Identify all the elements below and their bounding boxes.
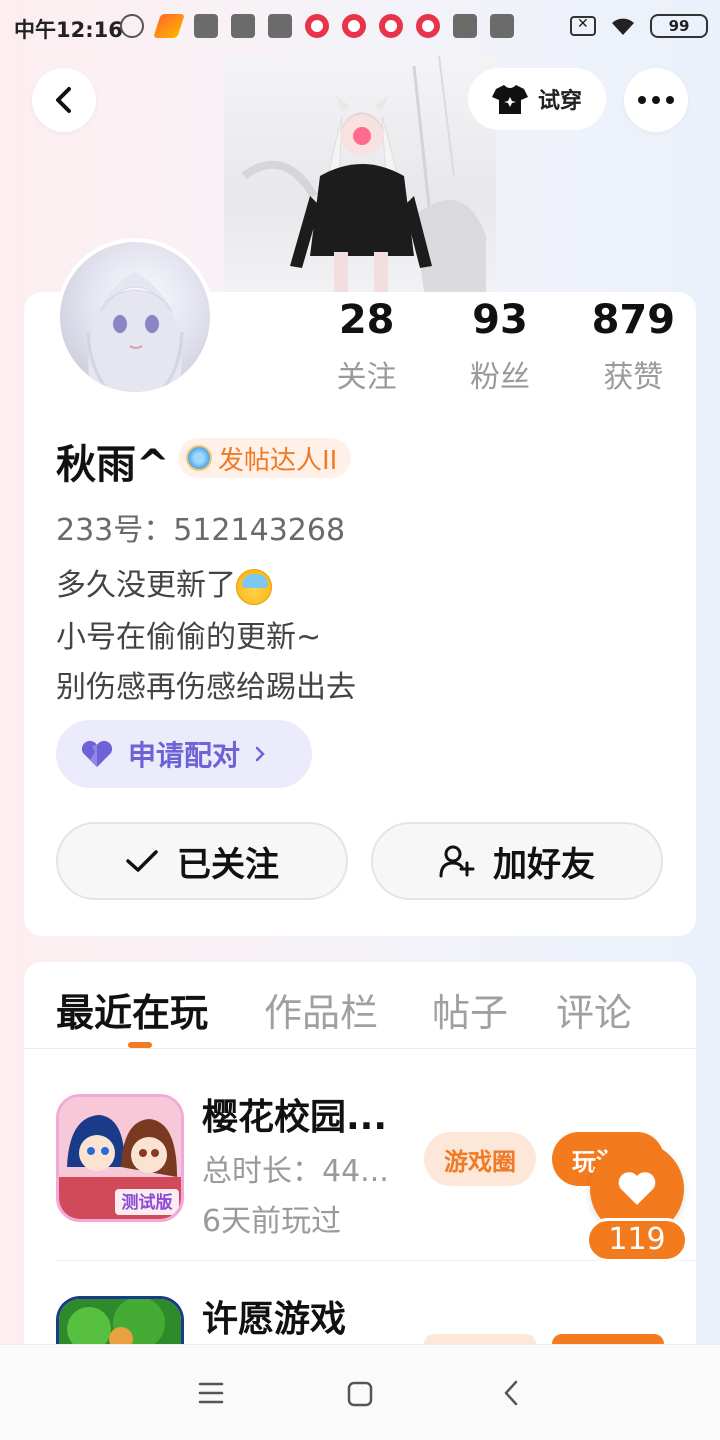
add-friend-button[interactable]: 加好友 — [371, 822, 663, 900]
app-notification-icon — [305, 14, 329, 38]
app-notification-icon — [416, 14, 440, 38]
play-game-button[interactable] — [552, 1334, 664, 1344]
app-notification-icon — [342, 14, 366, 38]
stat-value: 879 — [591, 297, 676, 343]
location-icon — [120, 14, 144, 38]
status-bar: 中午12:16 99 — [0, 0, 720, 56]
bio-line: 小号在偷偷的更新~ — [56, 620, 322, 655]
tab-works[interactable]: 作品栏 — [264, 982, 378, 1037]
followed-button[interactable]: 已关注 — [56, 822, 348, 900]
bio-text: 多久没更新了 — [56, 568, 236, 603]
stat-followers[interactable]: 93 粉丝 — [433, 296, 566, 396]
mi-notification-icon — [194, 14, 218, 38]
wifi-icon — [612, 18, 634, 35]
battery-indicator: 99 — [650, 14, 708, 38]
game-title: 许愿游戏 — [202, 1299, 347, 1340]
tab-recently-played[interactable]: 最近在玩 — [56, 982, 208, 1037]
game-icon-wish[interactable] — [56, 1296, 184, 1344]
divider — [24, 1048, 696, 1049]
notification-icons — [120, 14, 514, 38]
stat-value: 93 — [472, 297, 528, 343]
game-title: 樱花校园... — [202, 1097, 388, 1138]
chevron-left-icon — [56, 87, 71, 113]
bio-line: 多久没更新了 — [56, 560, 272, 605]
mi-notification-icon — [231, 14, 255, 38]
sim-icon — [570, 16, 596, 36]
tab-comments[interactable]: 评论 — [556, 982, 632, 1037]
game-circle-button[interactable] — [424, 1334, 536, 1344]
download-icon — [490, 14, 514, 38]
bio-line: 别伤感再伤感给踢出去 — [56, 670, 356, 705]
menu-icon[interactable] — [198, 1381, 224, 1405]
add-user-icon — [439, 845, 475, 878]
stat-following[interactable]: 28 关注 — [300, 296, 433, 396]
badge-icon — [186, 445, 212, 471]
mi-notification-icon — [268, 14, 292, 38]
add-friend-label: 加好友 — [493, 844, 595, 885]
game-last-played: 6天前玩过 — [202, 1204, 342, 1239]
download-icon — [453, 14, 477, 38]
back-nav-icon[interactable] — [502, 1379, 520, 1407]
avatar-3d-scene[interactable] — [224, 56, 496, 292]
try-on-label: 试穿 — [537, 89, 582, 114]
home-icon[interactable] — [347, 1381, 373, 1407]
more-button[interactable] — [624, 68, 688, 132]
game-icon-sakura[interactable]: 测试版 — [56, 1094, 184, 1222]
try-on-button[interactable]: 试穿 — [468, 68, 606, 130]
stat-label: 获赞 — [603, 360, 664, 395]
stat-label: 关注 — [336, 360, 397, 395]
status-time: 中午12:16 — [14, 18, 123, 42]
stat-label: 粉丝 — [469, 360, 530, 395]
game-circle-button[interactable]: 游戏圈 — [424, 1132, 536, 1186]
game-icon-badge: 测试版 — [122, 1192, 173, 1213]
heart-icon — [618, 1172, 656, 1205]
tshirt-icon — [491, 85, 528, 114]
stat-value: 28 — [338, 297, 395, 343]
stats-row: 28 关注 93 粉丝 879 获赞 — [300, 296, 700, 396]
avatar[interactable] — [56, 238, 214, 396]
system-nav-bar — [0, 1344, 720, 1440]
followed-label: 已关注 — [177, 844, 279, 885]
app-notification-icon — [379, 14, 403, 38]
heart-pair-icon — [81, 740, 113, 767]
like-count: 119 — [586, 1218, 688, 1262]
user-id: 233号：512143268 — [56, 513, 346, 548]
badge-label: 发帖达人II — [218, 445, 338, 476]
scream-emoji-icon — [236, 568, 272, 605]
pair-label: 申请配对 — [128, 739, 241, 772]
username: 秋雨^ — [56, 442, 170, 488]
app-notification-icon — [153, 14, 185, 38]
poster-badge[interactable]: 发帖达人II — [178, 438, 352, 478]
tab-posts[interactable]: 帖子 — [432, 982, 508, 1037]
chevron-right-icon — [255, 746, 265, 762]
more-dots-icon — [638, 96, 674, 104]
game-duration: 总时长：44... — [202, 1154, 389, 1189]
stat-likes[interactable]: 879 获赞 — [567, 296, 700, 396]
request-pair-button[interactable]: 申请配对 — [56, 720, 312, 788]
check-icon — [126, 850, 158, 872]
back-button[interactable] — [32, 68, 96, 132]
